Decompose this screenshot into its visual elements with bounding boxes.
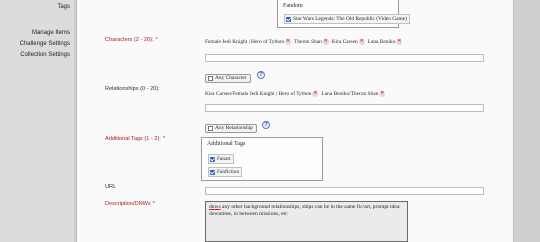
remove-x-icon[interactable]: ✕ [358, 39, 365, 45]
character-tag-label: Female Jedi Knight | Hero of Tython [205, 39, 285, 45]
sidebar-item-manage-items[interactable]: Manage Items [32, 30, 70, 37]
description-text: any other background relationships, ship… [209, 204, 401, 217]
additional-tag-option[interactable]: Fanfiction [208, 167, 243, 177]
relationships-label: Relationships (0 - 20): [105, 86, 160, 92]
additional-tag-option[interactable]: Fanart [208, 154, 234, 164]
fandom-option-label: Star Wars Legends: The Old Republic (Vid… [293, 16, 407, 22]
sidebar: Tags Manage Items Challenge Settings Col… [0, 0, 74, 242]
additional-tags-panel-title: Additional Tags [207, 141, 246, 147]
sidebar-item-challenge-settings[interactable]: Challenge Settings [20, 41, 70, 48]
right-background [515, 0, 540, 242]
sidebar-item-tags[interactable]: Tags [57, 4, 70, 11]
checkbox-unchecked-icon[interactable] [208, 126, 213, 131]
checkbox-checked-icon[interactable] [210, 156, 215, 162]
remove-x-icon[interactable]: ✕ [396, 39, 403, 45]
additional-tag-option-label: Fanfiction [217, 169, 240, 175]
characters-autocomplete-input[interactable] [205, 54, 484, 62]
remove-x-icon[interactable]: ✕ [312, 91, 319, 97]
characters-label: Characters (2 - 20): * [105, 37, 158, 44]
help-icon[interactable]: ? [262, 121, 270, 129]
additional-tags-label: Additional Tags (1 - 2): * [105, 136, 165, 143]
checkbox-unchecked-icon[interactable] [208, 76, 213, 81]
relationship-tag-label: Lana Beniko/Theron Shan [321, 91, 379, 97]
relationship-tag-label: Kira Carsen/Female Jedi Knight | Hero of… [205, 91, 312, 97]
url-label: URL [105, 184, 117, 190]
fandom-options-panel: Fandom Star Wars Legends: The Old Republ… [277, 0, 410, 28]
remove-x-icon[interactable]: ✕ [379, 91, 386, 97]
required-mark: * [155, 37, 158, 43]
help-icon[interactable]: ? [257, 71, 265, 79]
additional-tags-panel: Additional Tags Fanart Fanfiction [201, 137, 323, 181]
relationship-tag: Lana Beniko/Theron Shan ✕ [321, 91, 386, 97]
characters-label-text: Characters (2 - 20): [105, 37, 154, 43]
additional-tag-option-label: Fanart [217, 156, 231, 162]
fandom-option[interactable]: Star Wars Legends: The Old Republic (Vid… [284, 14, 410, 24]
description-first-word: dnws [209, 204, 221, 210]
remove-x-icon[interactable]: ✕ [322, 39, 329, 45]
characters-tag-list: Female Jedi Knight | Hero of Tython ✕ The… [205, 39, 405, 45]
any-character-button[interactable]: Any Character [205, 74, 251, 83]
prompt-form: Fandom Star Wars Legends: The Old Republ… [76, 0, 514, 242]
fandom-panel-title: Fandom [283, 3, 303, 9]
relationship-tag: Kira Carsen/Female Jedi Knight | Hero of… [205, 91, 319, 97]
checkbox-checked-icon[interactable] [210, 169, 215, 175]
sidebar-item-collection-settings[interactable]: Collection Settings [20, 52, 70, 59]
description-label: Description/DNWs * [105, 201, 155, 208]
description-textarea[interactable]: dnws any other background relationships,… [205, 201, 408, 242]
any-relationship-label: Any Relationship [215, 125, 253, 131]
required-mark: * [162, 136, 166, 142]
required-mark: * [152, 201, 155, 207]
character-tag: Kira Carsen ✕ [332, 39, 365, 45]
checkbox-checked-icon[interactable] [286, 16, 291, 22]
character-tag: Lana Beniko ✕ [368, 39, 403, 45]
relationships-tag-list: Kira Carsen/Female Jedi Knight | Hero of… [205, 91, 388, 97]
additional-tags-label-text: Additional Tags (1 - 2): [105, 136, 161, 142]
character-tag: Female Jedi Knight | Hero of Tython ✕ [205, 39, 292, 45]
relationships-autocomplete-input[interactable] [205, 104, 484, 112]
character-tag-label: Kira Carsen [331, 39, 358, 45]
description-label-text: Description/DNWs [105, 201, 151, 207]
any-character-label: Any Character [215, 75, 247, 81]
character-tag-label: Theron Shan [294, 39, 322, 45]
any-relationship-button[interactable]: Any Relationship [205, 124, 257, 133]
additional-tags-autocomplete-input[interactable] [205, 187, 484, 195]
character-tag-label: Lana Beniko [367, 39, 396, 45]
character-tag: Theron Shan ✕ [294, 39, 329, 45]
remove-x-icon[interactable]: ✕ [285, 39, 292, 45]
